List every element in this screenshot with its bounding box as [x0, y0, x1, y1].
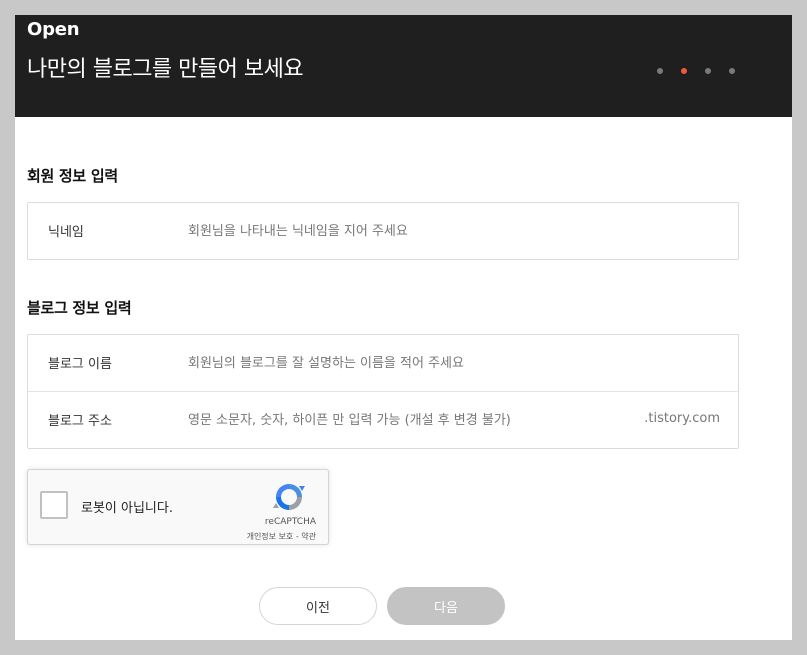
nickname-input[interactable]	[188, 213, 588, 249]
recaptcha-links: 개인정보 보호 - 약관	[247, 531, 316, 542]
prev-button[interactable]: 이전	[259, 587, 377, 625]
recaptcha-terms-link[interactable]: 약관	[301, 532, 316, 541]
blog-name-row: 블로그 이름	[28, 335, 738, 391]
recaptcha-label: 로봇이 아닙니다.	[81, 501, 173, 516]
member-info-box: 닉네임	[27, 202, 739, 260]
blog-address-input[interactable]	[188, 402, 588, 438]
blog-section-title: 블로그 정보 입력	[27, 299, 132, 317]
recaptcha-checkbox[interactable]	[40, 491, 68, 519]
step-dot-4	[729, 68, 735, 74]
recaptcha-privacy-link[interactable]: 개인정보 보호	[247, 532, 294, 541]
step-dot-2-active	[681, 68, 687, 74]
step-dot-1	[657, 68, 663, 74]
page-headline: 나만의 블로그를 만들어 보세요	[27, 57, 304, 82]
next-button[interactable]: 다음	[387, 587, 505, 625]
blog-address-row: 블로그 주소 .tistory.com	[28, 391, 738, 448]
step-dot-3	[705, 68, 711, 74]
blog-name-input[interactable]	[188, 345, 588, 381]
recaptcha-logo-icon	[273, 484, 305, 510]
blog-domain-suffix: .tistory.com	[644, 411, 720, 426]
blog-name-label: 블로그 이름	[48, 357, 112, 372]
recaptcha-widget: 로봇이 아닙니다. reCAPTCHA 개인정보 보호 - 약관	[27, 469, 329, 545]
blog-info-box: 블로그 이름 블로그 주소 .tistory.com	[27, 334, 739, 449]
blog-address-label: 블로그 주소	[48, 414, 112, 429]
recaptcha-brand: reCAPTCHA	[264, 517, 316, 527]
nickname-label: 닉네임	[48, 225, 84, 240]
brand-label: Open	[27, 19, 80, 40]
nickname-row: 닉네임	[28, 203, 738, 259]
header-banner: Open 나만의 블로그를 만들어 보세요	[15, 15, 792, 117]
member-section-title: 회원 정보 입력	[27, 167, 118, 185]
signup-dialog: Open 나만의 블로그를 만들어 보세요 회원 정보 입력 닉네임 블로그 정…	[15, 15, 792, 640]
